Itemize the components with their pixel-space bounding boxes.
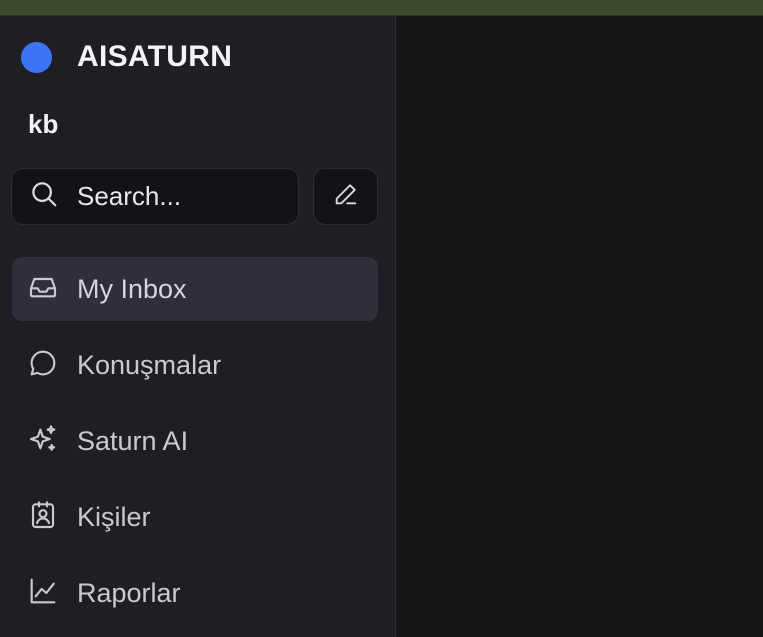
nav-item-saturn-ai[interactable]: Saturn AI xyxy=(12,409,378,473)
brand-name: AISATURN xyxy=(77,40,233,73)
search-placeholder: Search... xyxy=(77,181,182,211)
search-input[interactable]: Search... xyxy=(11,168,299,225)
brand: AISATURN xyxy=(21,40,233,73)
chat-bubble-icon xyxy=(27,347,59,384)
nav-label: Kişiler xyxy=(77,501,151,532)
main-content-area xyxy=(396,16,763,637)
nav-label: My Inbox xyxy=(77,273,187,304)
pencil-icon xyxy=(332,180,360,213)
nav-label: Raporlar xyxy=(77,577,181,608)
sidebar: AISATURN kb Search... My Inbox Konuşmala… xyxy=(0,16,396,637)
workspace-name[interactable]: kb xyxy=(28,109,58,140)
nav-label: Konuşmalar xyxy=(77,349,222,380)
brand-logo-dot xyxy=(21,41,52,73)
nav-item-kisiler[interactable]: Kişiler xyxy=(12,485,378,549)
contact-card-icon xyxy=(27,499,59,536)
window-top-bar xyxy=(0,0,763,16)
nav-item-my-inbox[interactable]: My Inbox xyxy=(12,257,378,321)
search-icon xyxy=(29,179,59,214)
chart-line-icon xyxy=(27,575,59,612)
nav-label: Saturn AI xyxy=(77,425,189,456)
compose-button[interactable] xyxy=(313,168,378,225)
nav-item-konusmalar[interactable]: Konuşmalar xyxy=(12,333,378,397)
inbox-icon xyxy=(27,271,59,308)
nav-item-raporlar[interactable]: Raporlar xyxy=(12,561,378,625)
sparkles-icon xyxy=(27,423,59,460)
